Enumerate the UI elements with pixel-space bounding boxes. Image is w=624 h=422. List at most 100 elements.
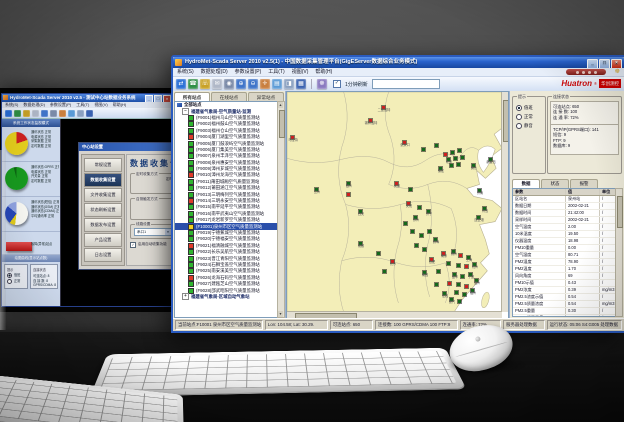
parameter-row[interactable]: 采样时间 2002-02-21 / bbox=[513, 217, 616, 224]
parameter-row[interactable]: PM2.5质量示值 0.22 / bbox=[513, 315, 616, 317]
toolbar-icon[interactable]: ⊕ bbox=[236, 79, 246, 89]
left-maximize-button[interactable]: □ bbox=[154, 95, 162, 102]
left-menu-item[interactable]: 帮助(H) bbox=[113, 102, 127, 108]
station-marker[interactable] bbox=[422, 148, 425, 151]
left-toolbar-icon[interactable] bbox=[23, 110, 30, 117]
station-marker[interactable] bbox=[435, 283, 438, 286]
menu-item[interactable]: 系统(S) bbox=[177, 68, 194, 76]
menu-item[interactable]: 帮助(H) bbox=[315, 68, 332, 76]
station-marker[interactable] bbox=[450, 164, 453, 167]
refresh-checkbox[interactable]: ✓ bbox=[333, 80, 341, 88]
tree-station-item[interactable]: (F9016)南平武夷山空气质量监测站 bbox=[175, 211, 278, 217]
parameter-row[interactable]: 空气温度 2.00 / bbox=[513, 224, 616, 231]
station-marker[interactable] bbox=[437, 270, 440, 273]
toolbar-icon[interactable]: ◉ bbox=[224, 79, 234, 89]
station-marker[interactable]: 济南 bbox=[478, 189, 481, 192]
serial-port-combobox[interactable]: 串口1 ▼ bbox=[134, 228, 172, 236]
minimize-button[interactable]: _ bbox=[587, 59, 598, 69]
parameter-row[interactable]: 数据日期 2002-02-21 / bbox=[513, 203, 616, 210]
dialog-nav-button[interactable]: 常规设置 bbox=[84, 158, 122, 172]
station-marker[interactable]: 连云港 bbox=[477, 216, 480, 219]
station-marker[interactable]: 成都 bbox=[359, 242, 362, 245]
parameter-row[interactable]: PM10示值 0.43 / bbox=[513, 280, 616, 287]
left-menu-item[interactable]: 参数设置(P) bbox=[50, 102, 71, 108]
station-marker[interactable] bbox=[457, 163, 460, 166]
parameter-row[interactable]: 空气湿度 80.71 / bbox=[513, 252, 616, 259]
col-header-unit[interactable]: 单位 bbox=[600, 189, 616, 195]
station-marker[interactable]: 南昌 bbox=[423, 271, 426, 274]
station-marker[interactable]: 蚌埠 bbox=[434, 238, 437, 241]
station-search-input[interactable] bbox=[372, 79, 440, 89]
station-marker[interactable] bbox=[448, 282, 451, 285]
station-marker[interactable]: 太原 bbox=[395, 182, 398, 185]
station-marker[interactable] bbox=[451, 151, 454, 154]
scroll-down-arrow-icon[interactable]: ▼ bbox=[278, 311, 283, 317]
parameter-row[interactable]: 数据时间 21:42:00 / bbox=[513, 210, 616, 217]
station-marker[interactable] bbox=[457, 283, 460, 286]
station-marker[interactable]: 二连浩特 bbox=[382, 106, 385, 109]
maximize-button[interactable]: □ bbox=[599, 59, 610, 69]
left-toolbar-icon[interactable] bbox=[41, 110, 48, 117]
station-marker[interactable] bbox=[428, 230, 431, 233]
menu-item[interactable]: 视图(V) bbox=[292, 68, 309, 76]
left-menu-item[interactable]: 数据处理(D) bbox=[23, 102, 45, 108]
station-marker[interactable] bbox=[444, 153, 447, 156]
expand-icon[interactable]: + bbox=[182, 293, 189, 300]
station-marker[interactable]: 西安 bbox=[359, 210, 362, 213]
left-menu-item[interactable]: 视图(V) bbox=[94, 102, 107, 108]
detail-tab[interactable]: 状态 bbox=[541, 179, 569, 188]
map-vertical-scrollbar[interactable] bbox=[501, 92, 508, 312]
station-marker[interactable] bbox=[458, 149, 461, 152]
left-toolbar-icon[interactable] bbox=[32, 110, 39, 117]
station-marker[interactable]: 青岛 bbox=[483, 207, 486, 210]
parameter-row[interactable]: PM2浓度 0.39 mg/m3 bbox=[513, 287, 616, 294]
parameter-row[interactable]: PM2.5重量 0.30 / bbox=[513, 308, 616, 315]
station-marker[interactable] bbox=[454, 157, 457, 160]
toolbar-icon[interactable]: ☎ bbox=[188, 79, 198, 89]
left-toolbar-icon[interactable] bbox=[50, 110, 57, 117]
parameter-row[interactable]: PM10重量 0.00 / bbox=[513, 245, 616, 252]
tree-station-item[interactable]: (F9005)厦门鼓浪屿空气质量监测站 bbox=[175, 140, 278, 146]
parameter-row[interactable]: PM2湿度 78.90 / bbox=[513, 259, 616, 266]
dialog-nav-button[interactable]: 文件收集设置 bbox=[84, 188, 122, 202]
left-menu-item[interactable]: 工具(T) bbox=[76, 102, 89, 108]
dialog-nav-button[interactable]: 数据发布设置 bbox=[84, 218, 122, 232]
station-marker[interactable] bbox=[461, 156, 464, 159]
station-marker[interactable] bbox=[347, 193, 350, 196]
toolbar-icon[interactable]: ✉ bbox=[212, 79, 222, 89]
left-toolbar-icon[interactable] bbox=[5, 110, 12, 117]
left-menu-item[interactable]: 系统(S) bbox=[5, 102, 18, 108]
close-button[interactable]: × bbox=[611, 59, 622, 69]
parameter-row[interactable]: 仪器温度 18.98 / bbox=[513, 238, 616, 245]
scrollbar-thumb[interactable] bbox=[617, 196, 623, 228]
detail-tab[interactable]: 报警 bbox=[570, 179, 598, 188]
station-marker[interactable]: 厦门 bbox=[450, 298, 453, 301]
dialog-nav-button[interactable]: 产品设置 bbox=[84, 233, 122, 247]
station-marker[interactable] bbox=[411, 230, 414, 233]
dialog-nav-button[interactable]: 日志设置 bbox=[84, 248, 122, 262]
toolbar-icon[interactable]: ◨ bbox=[284, 79, 294, 89]
station-marker[interactable]: 张家口 bbox=[403, 141, 406, 144]
station-marker[interactable] bbox=[383, 270, 386, 273]
station-marker[interactable] bbox=[420, 234, 423, 237]
tree-group-node[interactable]: + 福建省气象局-区域自动气象站 bbox=[175, 294, 278, 300]
station-marker[interactable]: 济宁 bbox=[427, 210, 430, 213]
station-marker[interactable] bbox=[465, 285, 468, 288]
left-toolbar-icon[interactable] bbox=[59, 110, 66, 117]
table-vertical-scrollbar[interactable] bbox=[615, 188, 623, 317]
china-map-area[interactable]: 二连浩特 锡林浩特 乌拉特 张家口 bbox=[287, 92, 502, 312]
settings-gear-icon[interactable]: ☸ bbox=[317, 79, 327, 89]
station-marker[interactable]: 兰州 bbox=[315, 188, 318, 191]
prompt-radio[interactable]: 值班 bbox=[513, 103, 545, 112]
station-marker[interactable]: 秦皇岛 bbox=[489, 158, 492, 161]
parameter-row[interactable]: 区站名 泉州站 / bbox=[513, 196, 616, 203]
station-marker[interactable]: 扬州 bbox=[452, 250, 455, 253]
station-marker[interactable] bbox=[458, 300, 461, 303]
left-minimize-button[interactable]: _ bbox=[145, 95, 153, 102]
menu-item[interactable]: 工具(T) bbox=[268, 68, 284, 76]
dialog-nav-button[interactable]: 状态刷新设置 bbox=[84, 203, 122, 217]
tree-vertical-scrollbar[interactable]: ▲ ▼ bbox=[277, 101, 285, 318]
toolbar-icon[interactable]: ▤ bbox=[272, 79, 282, 89]
scrollbar-thumb[interactable] bbox=[503, 100, 509, 142]
left-toolbar-icon[interactable] bbox=[77, 110, 84, 117]
